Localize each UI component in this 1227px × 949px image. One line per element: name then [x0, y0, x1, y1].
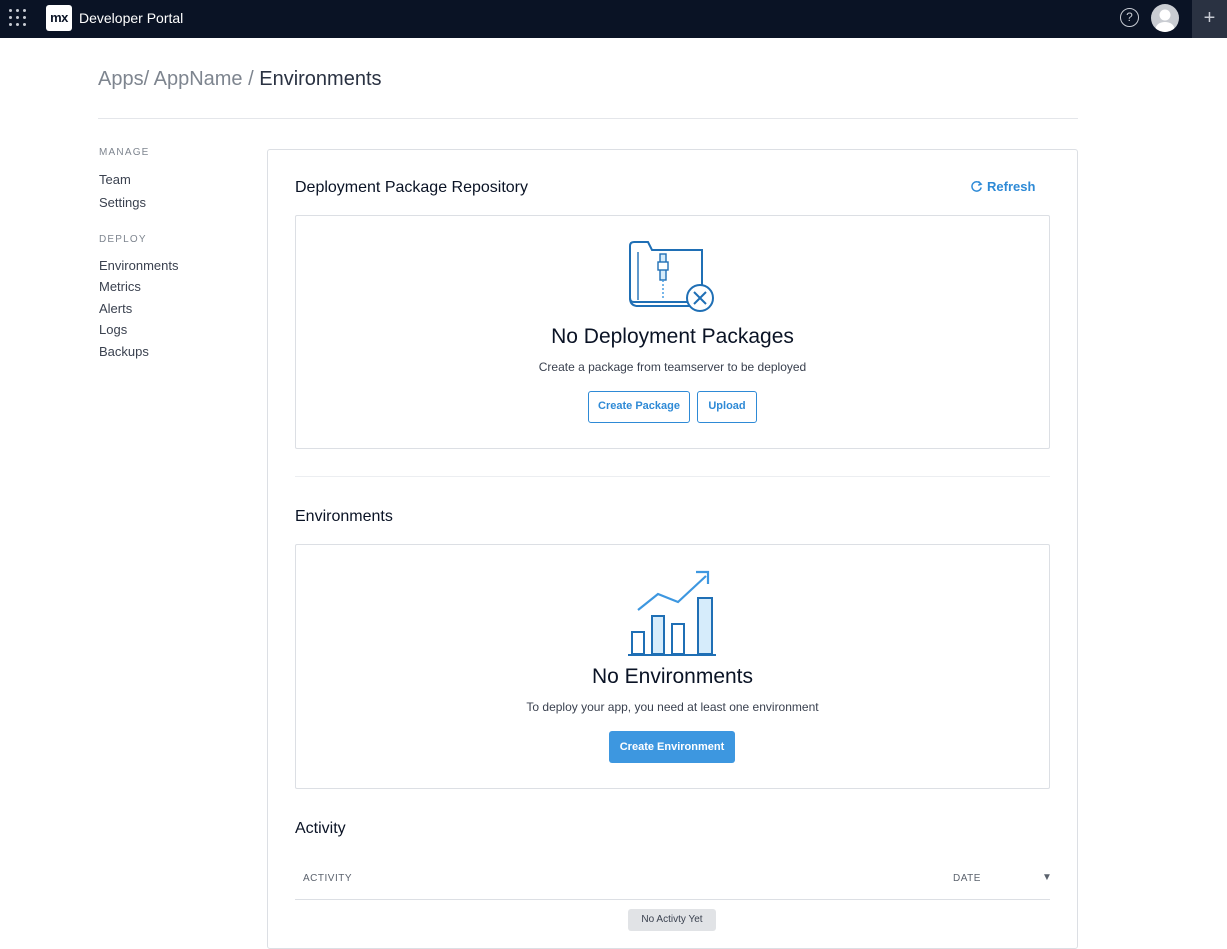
bar-chart-trend-icon — [628, 570, 716, 656]
sort-caret-icon[interactable]: ▼ — [1042, 872, 1052, 883]
deployment-empty-title: No Deployment Packages — [551, 325, 794, 348]
create-environment-button[interactable]: Create Environment — [609, 731, 735, 763]
help-icon[interactable]: ? — [1120, 8, 1139, 27]
sidebar-item-team[interactable]: Team — [99, 172, 131, 188]
page-title: Environments — [259, 68, 382, 90]
environments-empty-title: No Environments — [591, 665, 754, 688]
column-header-activity[interactable]: ACTIVITY — [303, 873, 352, 884]
sidebar-item-settings[interactable]: Settings — [99, 195, 146, 211]
mendix-logo[interactable]: mx — [46, 5, 72, 31]
empty-activity-badge: No Activty Yet — [628, 909, 716, 931]
top-navigation-bar: mx Developer Portal ? + — [0, 0, 1227, 38]
deployment-section-title: Deployment Package Repository — [295, 179, 529, 196]
sidebar-section-manage: MANAGE — [99, 147, 150, 158]
plus-icon[interactable]: + — [1192, 0, 1227, 38]
environments-empty-subtitle: To deploy your app, you need at least on… — [526, 700, 819, 714]
breadcrumb-apps[interactable]: Apps/ — [98, 68, 149, 90]
column-header-date[interactable]: DATE — [953, 873, 981, 884]
sidebar-item-metrics[interactable]: Metrics — [99, 279, 141, 295]
breadcrumb-app-name[interactable]: AppName — [154, 68, 243, 90]
portal-title[interactable]: Developer Portal — [79, 9, 183, 27]
sidebar-item-logs[interactable]: Logs — [99, 322, 127, 338]
header-divider — [98, 118, 1078, 119]
table-header-divider — [295, 899, 1050, 900]
sidebar-item-alerts[interactable]: Alerts — [99, 301, 132, 317]
zip-folder-x-icon — [629, 241, 714, 312]
upload-button[interactable]: Upload — [697, 391, 757, 423]
app-grid-icon[interactable] — [9, 9, 27, 27]
activity-section-title: Activity — [295, 820, 346, 837]
breadcrumb-separator: / — [248, 68, 254, 90]
avatar[interactable] — [1151, 4, 1179, 32]
sidebar-item-backups[interactable]: Backups — [99, 344, 149, 360]
section-divider — [295, 476, 1050, 477]
deployment-empty-subtitle: Create a package from teamserver to be d… — [538, 360, 807, 374]
sidebar-item-environments[interactable]: Environments — [99, 258, 178, 274]
refresh-icon — [971, 180, 983, 192]
environments-section-title: Environments — [295, 508, 393, 525]
breadcrumb: Apps/ AppName / Environments — [98, 66, 382, 92]
refresh-label: Refresh — [987, 179, 1036, 194]
refresh-button[interactable]: Refresh — [970, 179, 1035, 194]
sidebar-section-deploy: DEPLOY — [99, 234, 147, 245]
create-package-button[interactable]: Create Package — [588, 391, 690, 423]
